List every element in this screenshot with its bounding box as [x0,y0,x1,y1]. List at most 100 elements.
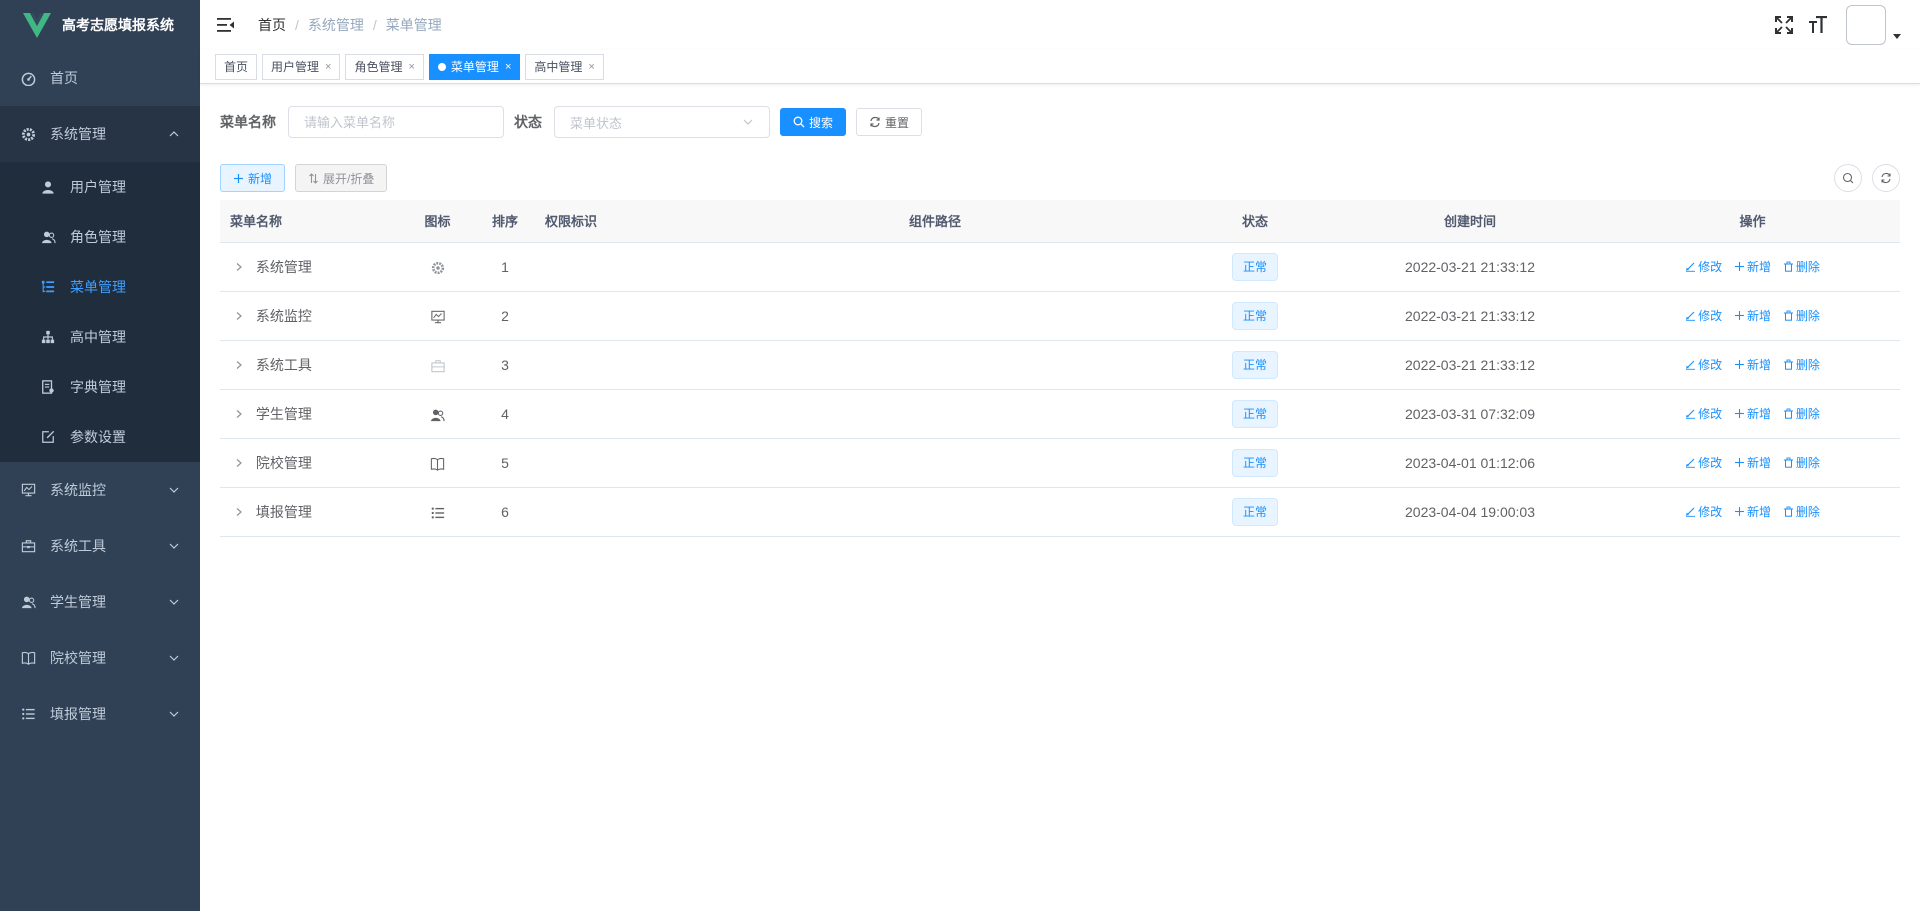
menu-name-cell: 系统监控 [220,291,400,341]
close-icon[interactable]: × [505,55,511,79]
close-icon[interactable]: × [408,55,414,79]
edit-button[interactable]: 修改 [1685,405,1722,422]
actions-cell: 修改 新增 删除 [1605,291,1900,341]
chevron-right-icon[interactable] [234,259,246,275]
menu-created: 2022-03-21 21:33:12 [1335,291,1605,341]
edit-icon [1686,507,1696,517]
chevron-right-icon[interactable] [234,357,246,373]
sidebar-item-home[interactable]: 首页 [0,50,200,106]
delete-button[interactable]: 删除 [1783,258,1820,275]
tag-users[interactable]: 用户管理 × [262,53,341,80]
chevron-right-icon[interactable] [234,455,246,471]
menu-path [695,389,1175,439]
breadcrumb-current: 菜单管理 [385,17,442,33]
edit-button[interactable]: 修改 [1685,454,1722,471]
edit-icon [1686,311,1696,321]
table-row[interactable]: 院校管理 5 正常 2023-04-01 01:12:06 修改 新增 删除 [220,438,1900,488]
breadcrumb-home[interactable]: 首页 [258,15,286,35]
tree-table-icon [40,279,56,295]
avatar[interactable] [1846,5,1886,45]
add-child-button[interactable]: 新增 [1734,356,1771,373]
sidebar-item-roles[interactable]: 角色管理 [0,212,200,262]
table-row[interactable]: 系统工具 3 正常 2022-03-21 21:33:12 修改 新增 删除 [220,340,1900,390]
caret-down-icon[interactable] [1892,31,1902,41]
delete-button-label: 删除 [1795,456,1820,470]
submenu-system: 用户管理 角色管理 菜单管理 高中管理 字典管理 参数设置 [0,162,200,462]
delete-button[interactable]: 删除 [1783,454,1820,471]
menu-name-input[interactable] [288,106,504,138]
chevron-down-icon [743,119,753,125]
tag-home[interactable]: 首页 [215,53,258,80]
add-menu-button[interactable]: 新增 [220,164,286,192]
sidebar-item-config[interactable]: 参数设置 [0,412,200,462]
delete-button[interactable]: 删除 [1783,405,1820,422]
sidebar-item-applications[interactable]: 填报管理 [0,686,200,742]
sidebar-item-users[interactable]: 用户管理 [0,162,200,212]
chevron-right-icon[interactable] [234,504,246,520]
breadcrumb: 首页 / 系统管理 / 菜单管理 [258,15,442,35]
add-child-button[interactable]: 新增 [1734,258,1771,275]
chevron-right-icon[interactable] [234,406,246,422]
close-icon[interactable]: × [325,55,331,79]
sidebar-item-monitor[interactable]: 系统监控 [0,462,200,518]
add-child-button-label: 新增 [1746,456,1771,470]
reset-button[interactable]: 重置 [856,108,923,136]
menu-order: 1 [475,242,535,292]
menu-status-cell: 正常 [1175,340,1335,390]
menu-perm [535,242,695,292]
fullscreen-icon[interactable] [1774,15,1794,35]
search-button[interactable]: 搜索 [780,108,847,136]
sidebar-item-tools[interactable]: 系统工具 [0,518,200,574]
tag-roles[interactable]: 角色管理 × [345,53,424,80]
menu-name: 填报管理 [255,503,312,520]
menu-path [695,242,1175,292]
trash-icon [1783,359,1793,370]
menu-icon-cell [400,291,475,341]
tag-schools[interactable]: 高中管理 × [525,53,604,80]
sidebar-item-colleges[interactable]: 院校管理 [0,630,200,686]
status-badge: 正常 [1231,399,1278,428]
tag-menus[interactable]: 菜单管理 × [428,53,521,80]
sidebar-item-students[interactable]: 学生管理 [0,574,200,630]
sidebar-item-label: 系统管理 [50,126,106,142]
toggle-search-button[interactable] [1834,164,1862,192]
chevron-down-icon [169,655,179,661]
table-row[interactable]: 系统管理 1 正常 2022-03-21 21:33:12 修改 新增 删除 [220,242,1900,292]
delete-button[interactable]: 删除 [1783,307,1820,324]
add-child-button[interactable]: 新增 [1734,405,1771,422]
delete-button[interactable]: 删除 [1783,503,1820,520]
trash-icon [1783,506,1793,517]
edit-button[interactable]: 修改 [1685,258,1722,275]
edit-button[interactable]: 修改 [1685,503,1722,520]
table-row[interactable]: 系统监控 2 正常 2022-03-21 21:33:12 修改 新增 删除 [220,291,1900,341]
chevron-right-icon[interactable] [234,308,246,324]
table-row[interactable]: 学生管理 4 正常 2023-03-31 07:32:09 修改 新增 删除 [220,389,1900,439]
table-row[interactable]: 填报管理 6 正常 2023-04-04 19:00:03 修改 新增 删除 [220,487,1900,537]
menu-order: 5 [475,438,535,488]
status-badge: 正常 [1231,252,1278,281]
add-child-button[interactable]: 新增 [1734,503,1771,520]
edit-button[interactable]: 修改 [1685,307,1722,324]
sidebar-item-system[interactable]: 系统管理 [0,106,200,162]
sidebar-item-menus[interactable]: 菜单管理 [0,262,200,312]
edit-button[interactable]: 修改 [1685,356,1722,373]
chevron-down-icon [169,487,179,493]
sidebar-item-dict[interactable]: 字典管理 [0,362,200,412]
close-icon[interactable]: × [588,55,594,79]
menu-path [695,438,1175,488]
logo[interactable]: 高考志愿填报系统 [0,0,200,50]
delete-button[interactable]: 删除 [1783,356,1820,373]
sidebar-item-schools[interactable]: 高中管理 [0,312,200,362]
add-child-button[interactable]: 新增 [1734,307,1771,324]
refresh-icon [870,116,880,128]
font-size-icon[interactable] [1808,15,1828,35]
add-child-button[interactable]: 新增 [1734,454,1771,471]
monitor-icon [430,307,445,323]
menu-created: 2022-03-21 21:33:12 [1335,340,1605,390]
refresh-button[interactable] [1872,164,1900,192]
status-select[interactable]: 菜单状态 [554,106,770,138]
hamburger-icon[interactable] [216,15,236,35]
column-header: 菜单名称 [220,200,400,243]
search-form: 菜单名称 状态 菜单状态 搜索 重置 [220,106,1900,138]
expand-collapse-button[interactable]: 展开/折叠 [295,164,388,192]
